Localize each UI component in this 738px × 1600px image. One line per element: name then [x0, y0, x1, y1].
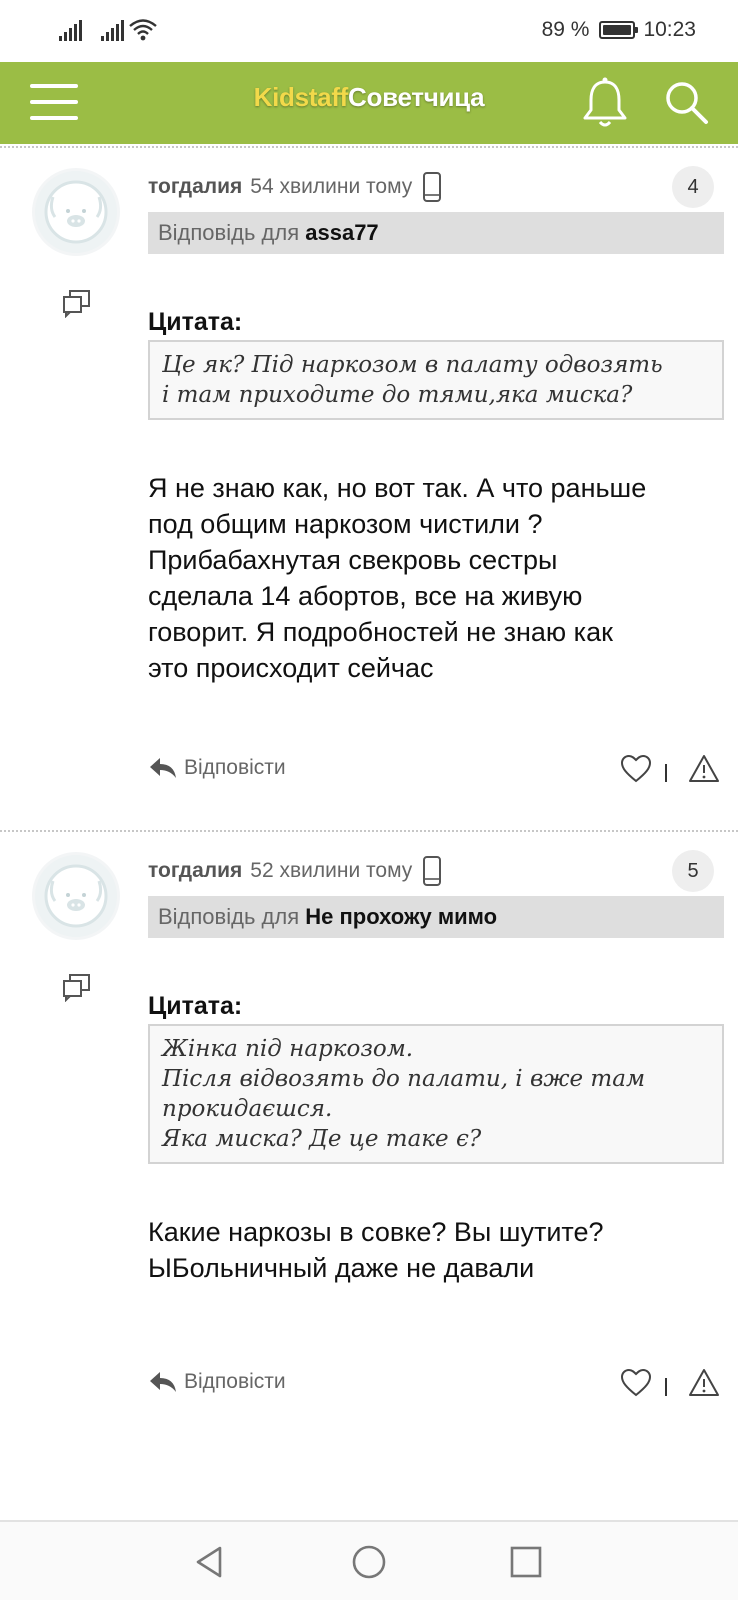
- avatar-icon[interactable]: [32, 168, 120, 256]
- status-bar: 89 % 10:23: [0, 0, 738, 62]
- search-icon[interactable]: [662, 78, 710, 126]
- battery-percent: 89 %: [541, 18, 590, 41]
- post-item: тогдалия 54 хвилини тому 4 Відповідь для…: [0, 146, 738, 826]
- quote-line: Яка миска? Де це таке є?: [162, 1126, 482, 1152]
- post-body: Я не знаю как, но вот так. А что раньше …: [148, 470, 728, 686]
- app-header: KidstaffСоветчица: [0, 62, 738, 144]
- post-time: 54 хвилини тому: [250, 175, 413, 198]
- body-line: Прибабахнутая свекровь сестры: [148, 545, 558, 575]
- recents-icon[interactable]: [506, 1542, 546, 1582]
- system-nav-bar: [0, 1520, 738, 1600]
- phone-icon: [423, 172, 442, 202]
- post-time: 52 хвилини тому: [250, 859, 413, 882]
- post-meta: тогдалия 52 хвилини тому: [148, 856, 442, 886]
- body-line: говорит. Я подробностей не знаю как: [148, 617, 613, 647]
- author-name[interactable]: тогдалия: [148, 175, 242, 199]
- bell-icon[interactable]: [580, 76, 630, 130]
- heart-icon[interactable]: [620, 1368, 652, 1398]
- warning-icon[interactable]: [688, 754, 720, 784]
- reply-to-prefix: Відповідь для: [158, 904, 300, 929]
- reply-to-bar: Відповідь для Не прохожу мимо: [148, 896, 724, 938]
- body-line: это происходит сейчас: [148, 653, 434, 683]
- warning-icon[interactable]: [688, 1368, 720, 1398]
- quote-line: Жінка під наркозом.: [162, 1036, 414, 1062]
- author-name[interactable]: тогдалия: [148, 859, 242, 883]
- signal-icon-2: [101, 20, 124, 41]
- post-number-badge: 5: [672, 850, 714, 892]
- body-line: Я не знаю как, но вот так. А что раньше: [148, 473, 647, 503]
- reply-label: Відповісти: [184, 1370, 286, 1393]
- copy-icon[interactable]: [62, 972, 92, 1002]
- phone-icon: [423, 856, 442, 886]
- battery-icon: [599, 21, 639, 39]
- quote-box: Жінка під наркозом. Після відвозять до п…: [148, 1024, 724, 1164]
- quote-box: Це як? Під наркозом в палату одвозять і …: [148, 340, 724, 420]
- home-icon[interactable]: [349, 1542, 389, 1582]
- reply-arrow-icon: [150, 1372, 176, 1392]
- body-line: Какие наркозы в совке? Вы шутите?: [148, 1217, 604, 1247]
- reply-arrow-icon: [150, 758, 176, 778]
- post-item: тогдалия 52 хвилини тому 5 Відповідь для…: [0, 830, 738, 1450]
- quote-label: Цитата:: [148, 308, 243, 336]
- reply-to-prefix: Відповідь для: [158, 220, 300, 245]
- heart-icon[interactable]: [620, 754, 652, 784]
- wifi-icon: [129, 19, 157, 41]
- quote-line: і там приходите до тями,яка миска?: [162, 382, 633, 408]
- quote-label: Цитата:: [148, 992, 243, 1020]
- reply-label: Відповісти: [184, 756, 286, 779]
- action-separator: [665, 764, 667, 782]
- quote-line: Після відвозять до палати, і вже там: [162, 1066, 646, 1092]
- logo-part2: Советчица: [348, 82, 485, 112]
- reply-button[interactable]: Відповісти: [148, 1370, 286, 1394]
- avatar-icon[interactable]: [32, 852, 120, 940]
- reply-to-bar: Відповідь для assa77: [148, 212, 724, 254]
- signal-icon: [59, 20, 82, 41]
- reply-to-user[interactable]: assa77: [305, 220, 378, 245]
- back-icon[interactable]: [190, 1542, 230, 1582]
- copy-icon[interactable]: [62, 288, 92, 318]
- post-body: Какие наркозы в совке? Вы шутите? ЫБольн…: [148, 1214, 728, 1286]
- reply-to-user[interactable]: Не прохожу мимо: [305, 904, 497, 929]
- logo-part1: Kidstaff: [253, 82, 349, 112]
- quote-line: Це як? Під наркозом в палату одвозять: [162, 352, 663, 378]
- action-separator: [665, 1378, 667, 1396]
- clock: 10:23: [643, 18, 696, 41]
- post-meta: тогдалия 54 хвилини тому: [148, 172, 442, 202]
- status-right: 89 % 10:23: [542, 18, 696, 42]
- quote-line: прокидаєшся.: [162, 1096, 333, 1122]
- post-number-badge: 4: [672, 166, 714, 208]
- body-line: сделала 14 абортов, все на живую: [148, 581, 583, 611]
- body-line: под общим наркозом чистили ?: [148, 509, 543, 539]
- reply-button[interactable]: Відповісти: [148, 756, 286, 780]
- body-line: ЫБольничный даже не давали: [148, 1253, 535, 1283]
